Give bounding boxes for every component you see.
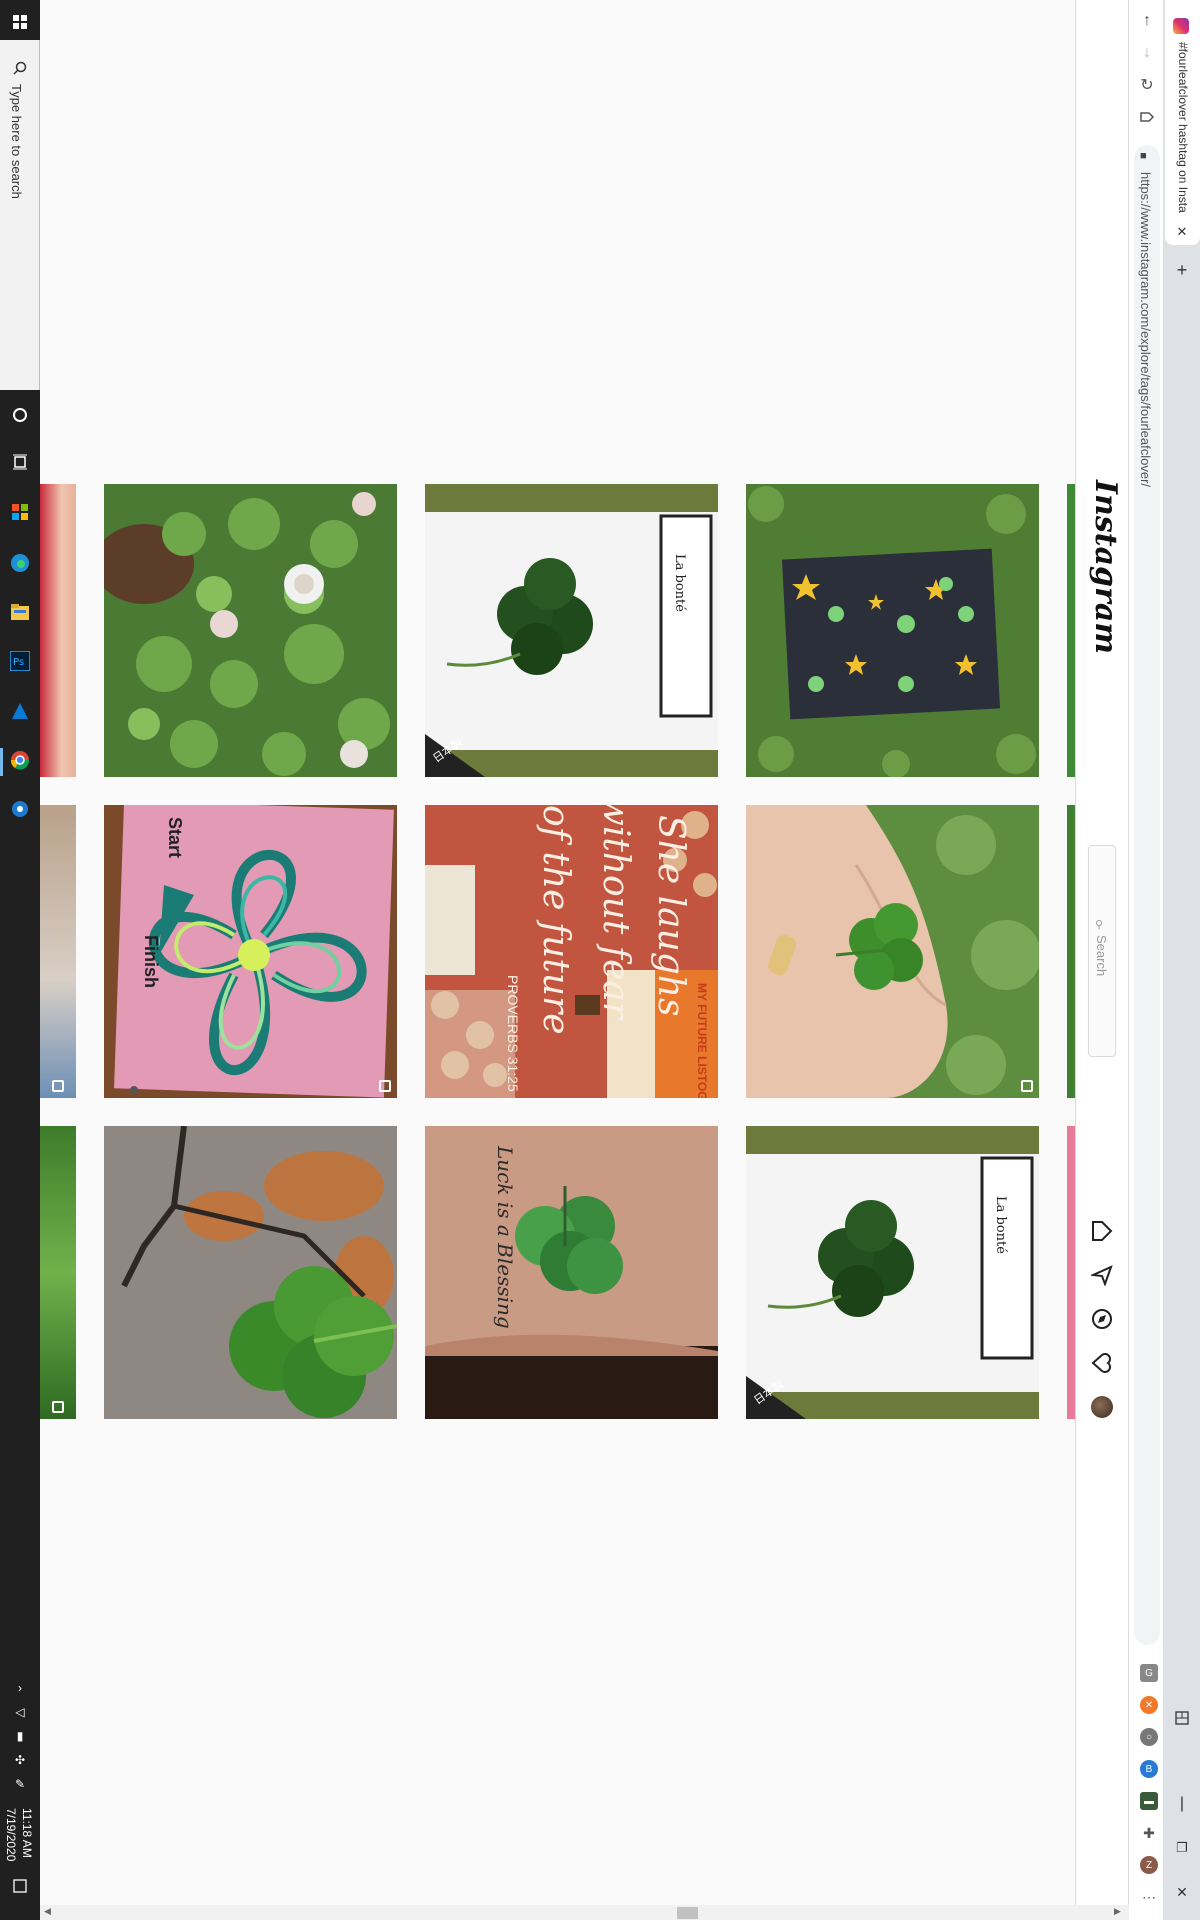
- battery-icon[interactable]: ▮: [8, 1724, 32, 1748]
- store-icon[interactable]: [8, 500, 32, 524]
- maze-start-label: Start: [165, 817, 185, 859]
- cortana-icon[interactable]: [8, 403, 32, 427]
- taskbar-search-placeholder: Type here to search: [9, 84, 24, 199]
- forward-icon[interactable]: ↓: [1135, 41, 1159, 65]
- shirt-text-line1: She laughs: [650, 815, 691, 1017]
- search-icon: ⚲: [1095, 919, 1104, 931]
- scrollbar-thumb[interactable]: [677, 1907, 698, 1919]
- explore-icon[interactable]: [1089, 1306, 1115, 1332]
- tab-strip: [1163, 0, 1200, 1920]
- shirt-text-line2: without fear: [595, 805, 636, 1020]
- instagram-logo[interactable]: Instagram: [1088, 480, 1123, 654]
- post-proverbs-shirt[interactable]: She laughs without fear of the future PR…: [425, 805, 718, 1098]
- azure-icon[interactable]: [8, 699, 32, 723]
- orange-ext-icon[interactable]: ✕: [1140, 1696, 1158, 1714]
- post-clover-patch[interactable]: [104, 484, 397, 777]
- speaker-icon[interactable]: ◁: [8, 1700, 32, 1724]
- shirt-text-line3: of the future: [535, 805, 576, 1035]
- post-clover-maze[interactable]: Start Finish: [104, 805, 397, 1098]
- edge-icon[interactable]: [8, 551, 32, 575]
- file-explorer-icon[interactable]: [8, 600, 32, 624]
- grammar-icon[interactable]: G: [1140, 1664, 1158, 1682]
- direct-icon[interactable]: [1089, 1262, 1115, 1288]
- card-brand: La bonté: [993, 1196, 1008, 1254]
- tab-title: #fourleafclover hashtag on Insta: [1176, 42, 1190, 213]
- multi-post-icon: [379, 1080, 391, 1092]
- post-partial[interactable]: [40, 805, 76, 1098]
- scroll-right-icon[interactable]: ▶: [1114, 1906, 1121, 1917]
- new-tab-icon[interactable]: +: [1170, 258, 1194, 282]
- photoshop-icon[interactable]: Ps: [8, 649, 32, 673]
- clock-date[interactable]: 7/19/2020: [4, 1808, 18, 1861]
- circle-ext-icon[interactable]: ○: [1140, 1728, 1158, 1746]
- minimize-icon[interactable]: |: [1170, 1792, 1194, 1816]
- lock-icon[interactable]: ■: [1140, 150, 1147, 162]
- instagram-favicon: [1173, 18, 1189, 34]
- image-ext-icon[interactable]: ▬: [1140, 1792, 1158, 1810]
- start-icon[interactable]: [8, 10, 32, 34]
- blue-ext-icon[interactable]: B: [1140, 1760, 1158, 1778]
- post-clover-star-card[interactable]: [746, 484, 1039, 777]
- profile-icon[interactable]: Z: [1140, 1856, 1158, 1874]
- post-partial[interactable]: [40, 484, 76, 777]
- activity-icon[interactable]: [1089, 1350, 1115, 1376]
- tattoo-script: Luck is a Blessing: [493, 1146, 517, 1329]
- settings-icon[interactable]: [8, 797, 32, 821]
- post-pressed-clover-card[interactable]: La bonté 日本製: [425, 484, 718, 777]
- reload-icon[interactable]: ↻: [1135, 73, 1159, 97]
- close-window-icon[interactable]: ✕: [1170, 1880, 1194, 1904]
- post-pressed-clover-card[interactable]: La bonté 日本製: [746, 1126, 1039, 1419]
- back-icon[interactable]: ↑: [1135, 9, 1159, 33]
- puzzle-icon[interactable]: ✚: [1140, 1824, 1158, 1842]
- url-text[interactable]: https://www.instagram.com/explore/tags/f…: [1138, 172, 1153, 487]
- svg-text:Ps: Ps: [13, 657, 24, 668]
- post-partial[interactable]: [1067, 484, 1075, 777]
- close-tab-icon[interactable]: ✕: [1170, 220, 1194, 244]
- tab-search-icon[interactable]: [1170, 1706, 1194, 1730]
- network-icon[interactable]: ✣: [8, 1748, 32, 1772]
- horizontal-scrollbar[interactable]: [40, 1905, 1129, 1920]
- notifications-icon[interactable]: [8, 1874, 32, 1898]
- search-icon: [8, 56, 32, 80]
- search-placeholder: Search: [1094, 935, 1109, 977]
- profile-letter: Z: [1145, 1859, 1153, 1871]
- menu-icon[interactable]: ⋯: [1140, 1888, 1158, 1906]
- shirt-reference: PROVERBS 31:25: [505, 975, 521, 1092]
- tag-icon[interactable]: [1135, 105, 1159, 129]
- post-clover-on-rock[interactable]: [104, 1126, 397, 1419]
- home-icon[interactable]: [1089, 1218, 1115, 1244]
- restore-icon[interactable]: ❐: [1170, 1836, 1194, 1860]
- page-content: La bonté 日本製 Start Finish She laughs wit…: [40, 0, 1075, 1905]
- card-brand: La bonté: [672, 554, 687, 612]
- task-view-icon[interactable]: [8, 450, 32, 474]
- avatar[interactable]: [1091, 1396, 1113, 1418]
- multi-post-icon: [1021, 1080, 1033, 1092]
- maze-finish-label: Finish: [141, 935, 161, 988]
- post-clover-in-hand[interactable]: [746, 805, 1039, 1098]
- chevron-up-icon[interactable]: ›: [8, 1676, 32, 1700]
- post-partial[interactable]: [40, 1126, 76, 1419]
- active-app-indicator: [0, 748, 3, 776]
- post-clover-tattoo[interactable]: Luck is a Blessing: [425, 1126, 718, 1419]
- pen-icon[interactable]: ✎: [8, 1772, 32, 1796]
- clock-time[interactable]: 11:18 AM: [20, 1808, 34, 1858]
- chrome-icon[interactable]: [8, 748, 32, 772]
- post-partial[interactable]: [1067, 805, 1075, 1098]
- post-partial[interactable]: [1067, 1126, 1075, 1419]
- book-title: MY FUTURE LISTOGRAPHY: [695, 983, 709, 1098]
- scroll-left-icon[interactable]: ◀: [44, 1906, 51, 1917]
